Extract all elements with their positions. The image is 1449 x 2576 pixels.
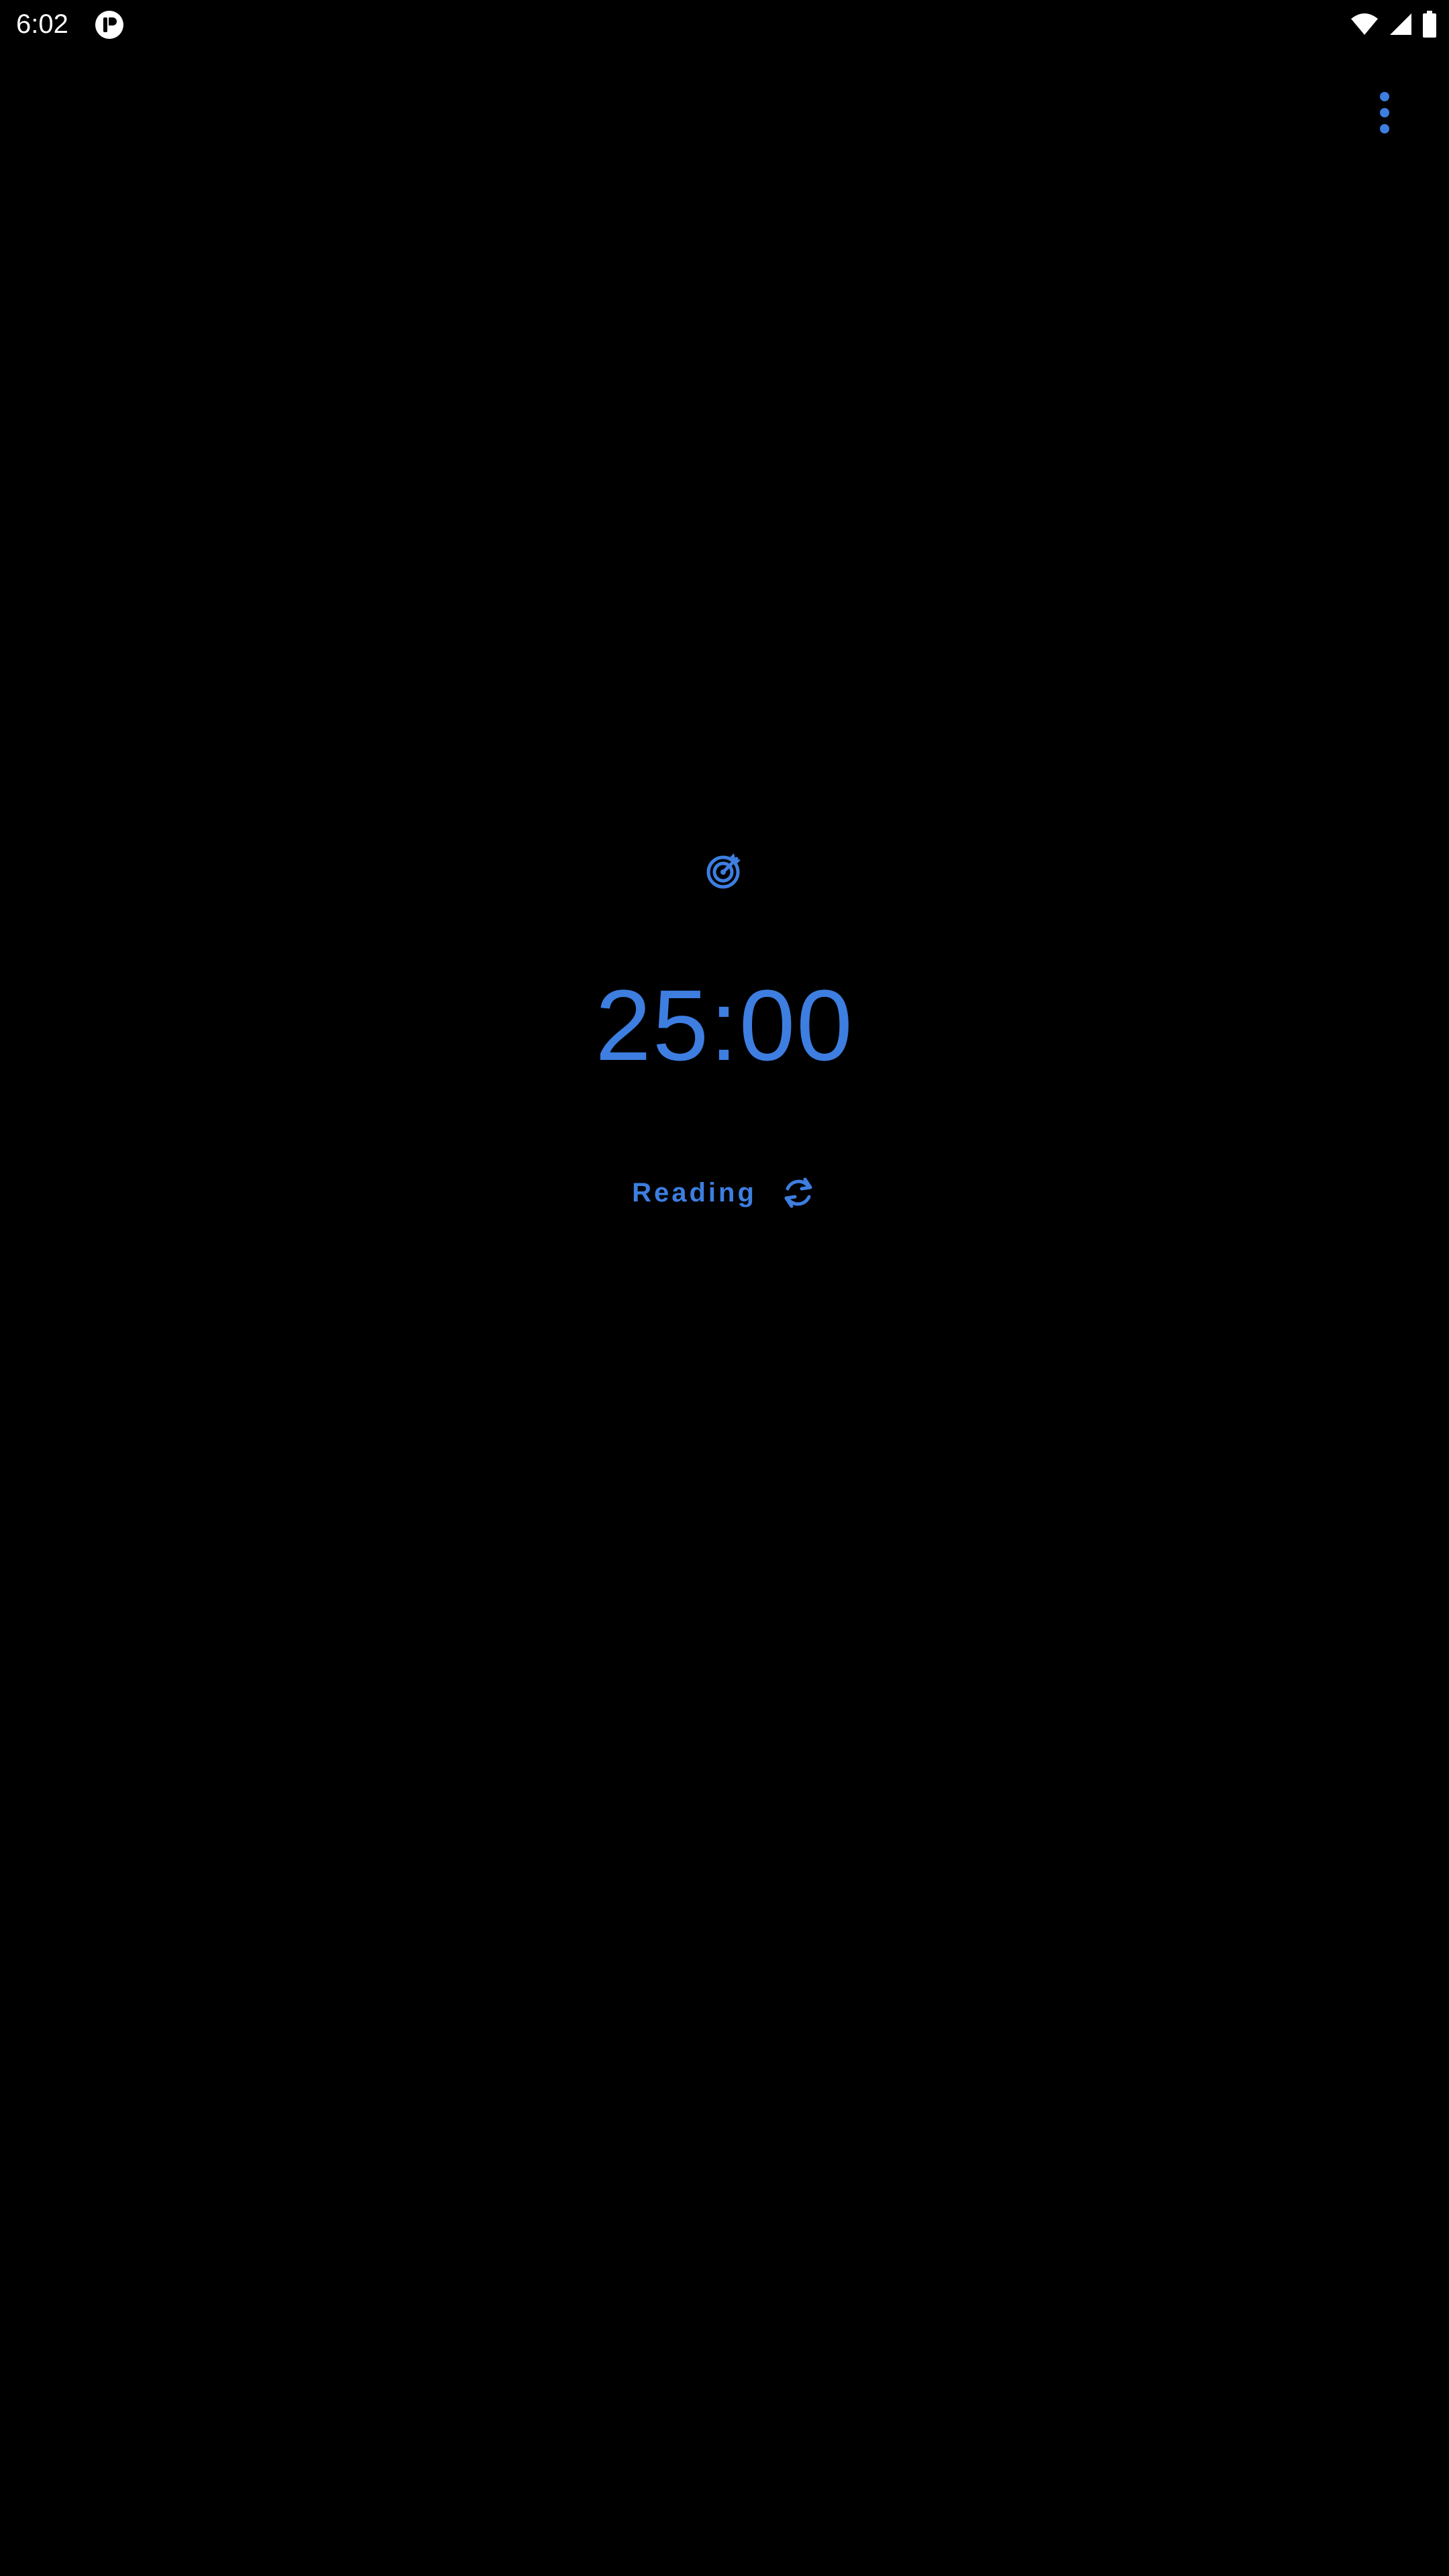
timer-display[interactable]: 25:00: [0, 959, 1449, 1091]
target-icon: [706, 853, 741, 889]
more-vert-icon: [1380, 92, 1389, 133]
more-options-button[interactable]: [1350, 78, 1419, 148]
session-label-row: Reading: [0, 1166, 1449, 1220]
app-notification-icon: [95, 11, 123, 39]
status-bar: 6:02: [0, 0, 1449, 48]
status-icons: [1350, 11, 1437, 38]
refresh-icon[interactable]: [780, 1174, 817, 1212]
battery-icon: [1423, 11, 1436, 38]
status-time: 6:02: [16, 9, 68, 39]
session-label[interactable]: Reading: [632, 1174, 757, 1212]
cellular-signal-icon: [1390, 13, 1411, 35]
wifi-icon: [1351, 13, 1378, 35]
